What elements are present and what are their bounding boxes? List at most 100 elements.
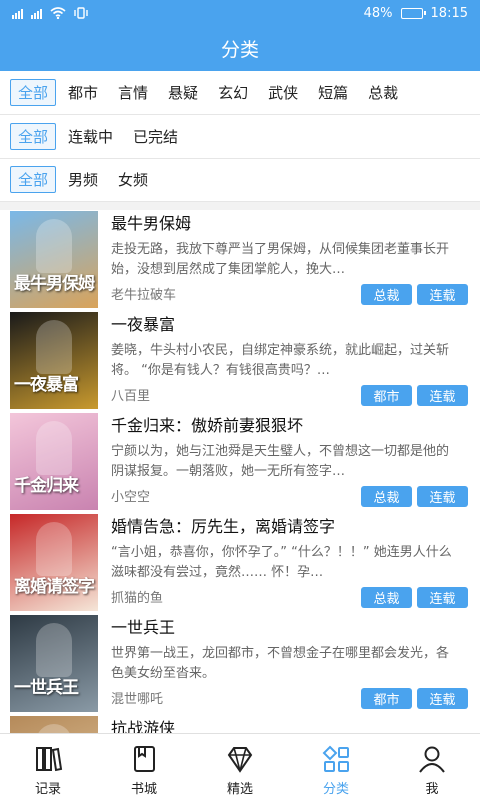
cover-title: 一世兵王: [14, 678, 79, 698]
battery-icon: [400, 7, 426, 19]
filter-chip[interactable]: 总裁: [368, 82, 398, 103]
filter-chip[interactable]: 都市: [68, 82, 98, 103]
filter-chip[interactable]: 连载中: [68, 126, 113, 147]
book-tag[interactable]: 连载: [417, 688, 468, 709]
nav-label: 分类: [322, 782, 349, 797]
header: 分类: [0, 26, 480, 71]
book-title[interactable]: 婚情告急：厉先生，离婚请签字: [111, 516, 480, 538]
filter-chip[interactable]: 女频: [118, 169, 148, 190]
book-item[interactable]: 一世兵王 一世兵王 世界第一战王，龙回都市，不曾想金子在哪里都会发光，各色美女纷至沓…: [0, 614, 480, 715]
book-title[interactable]: 千金归来：傲娇前妻狠狠坏: [111, 415, 480, 437]
book-item[interactable]: 千金归来 千金归来：傲娇前妻狠狠坏宁颜以为，她与江池舜是天生璧人，不曾想这一切都是…: [0, 412, 480, 513]
book-description: 宁颜以为，她与江池舜是天生璧人，不曾想这一切都是他的阴谋报复。一朝落败，她一无所…: [111, 444, 450, 479]
book-tag[interactable]: 都市: [361, 385, 412, 406]
book-tag[interactable]: 连载: [417, 486, 468, 507]
section-divider: [0, 202, 480, 210]
book-tag[interactable]: 总裁: [361, 587, 412, 608]
nav-label: 我: [425, 782, 439, 797]
nav-label: 记录: [34, 782, 61, 797]
book-author: 抓猫的鱼: [111, 591, 164, 606]
cover-title: 千金归来: [14, 476, 79, 496]
book-tag[interactable]: 都市: [361, 688, 412, 709]
bottom-nav: 记录 书城 精选 分类 我: [0, 733, 480, 800]
vibrate-icon: [74, 7, 88, 19]
filter-row-audience: 全部 男频 女频: [0, 158, 480, 202]
book-title[interactable]: 抗战游侠: [111, 718, 480, 733]
cover-figure-illustration: [36, 421, 72, 475]
book-cover[interactable]: 离婚请签字: [10, 514, 98, 611]
cover-title: 离婚请签字: [14, 577, 95, 597]
book-item[interactable]: 离婚请签字 婚情告急：厉先生，离婚请签字 “言小姐，恭喜你，你怀孕了。” “什么？！…: [0, 513, 480, 614]
book-title[interactable]: 一世兵王: [111, 617, 480, 639]
book-tag[interactable]: 总裁: [361, 486, 412, 507]
nav-item[interactable]: 我: [384, 734, 480, 800]
clock: 18:15: [430, 5, 468, 21]
book-info: 最牛男保姆走投无路，我放下尊严当了男保姆，从伺候集团老董事长开始，没想到居然成了…: [98, 211, 480, 311]
filter-chip-all[interactable]: 全部: [10, 79, 57, 106]
book-title[interactable]: 最牛男保姆: [111, 213, 480, 235]
filter-chip[interactable]: 男频: [68, 169, 98, 190]
book-author: 八百里: [111, 389, 151, 404]
screen: 48% 18:15 分类 全部 都市 言情 悬疑 玄幻 武侠 短篇 总裁 全部 连载中 已完结 全…: [0, 0, 480, 800]
filter-chip[interactable]: 言情: [118, 82, 148, 103]
book-description: 姜晓，牛头村小农民，自绑定神豪系统，就此崛起，过关斩将。 “你是有钱人？有钱很高…: [111, 343, 450, 378]
cover-figure-illustration: [36, 623, 72, 677]
person-icon: [419, 746, 445, 773]
cover-title: 一夜暴富: [14, 375, 79, 395]
book-tag[interactable]: 连载: [417, 587, 468, 608]
book-description: 走投无路，我放下尊严当了男保姆，从伺候集团老董事长开始，没想到居然成了集团掌舵人…: [111, 242, 450, 277]
book-tags: 总裁 连载: [361, 284, 468, 305]
page-title: 分类: [220, 39, 259, 61]
book-info: 一夜暴富姜晓，牛头村小农民，自绑定神豪系统，就此崛起，过关斩将。 “你是有钱人？…: [98, 312, 480, 412]
filter-chip-all[interactable]: 全部: [10, 166, 57, 193]
signal-icon-2: [31, 8, 42, 19]
filter-row-genre: 全部 都市 言情 悬疑 玄幻 武侠 短篇 总裁: [0, 71, 480, 115]
book-author: 混世哪吒: [111, 692, 164, 707]
book-list[interactable]: 最牛男保姆 最牛男保姆 走投无路，我放下尊严当了男保姆，从伺候集团老董事长开始，没想…: [0, 210, 480, 733]
status-bar: 48% 18:15: [0, 0, 480, 26]
filter-chip-all[interactable]: 全部: [10, 123, 57, 150]
book-description: 世界第一战王，龙回都市，不曾想金子在哪里都会发光，各色美女纷至沓来。: [111, 646, 450, 681]
nav-item[interactable]: 精选: [192, 734, 288, 800]
book-item[interactable]: 最牛男保姆 最牛男保姆 走投无路，我放下尊严当了男保姆，从伺候集团老董事长开始，没想…: [0, 210, 480, 311]
book-cover[interactable]: 千金归来: [10, 413, 98, 510]
status-left: [12, 7, 88, 19]
filter-chip[interactable]: 玄幻: [218, 82, 248, 103]
book-item[interactable]: 一夜暴富 一夜暴富 姜晓，牛头村小农民，自绑定神豪系统，就此崛起，过关斩将。 “你是…: [0, 311, 480, 412]
nav-item[interactable]: 书城: [96, 734, 192, 800]
book-cover[interactable]: 一夜暴富: [10, 312, 98, 409]
wifi-icon: [50, 7, 66, 19]
book-tags: 总裁 连载: [361, 587, 468, 608]
nav-label: 书城: [130, 782, 157, 797]
book-title[interactable]: 一夜暴富: [111, 314, 480, 336]
nav-item[interactable]: 分类: [288, 734, 384, 800]
grid-category-icon: [322, 745, 349, 772]
cover-figure-illustration: [36, 219, 72, 273]
book-cover[interactable]: 一世兵王: [10, 615, 98, 712]
book-tags: 都市 连载: [361, 385, 468, 406]
filter-row-status: 全部 连载中 已完结: [0, 115, 480, 159]
nav-item[interactable]: 记录: [0, 734, 96, 800]
cover-figure-illustration: [36, 522, 72, 576]
book-tag[interactable]: 连载: [417, 284, 468, 305]
cover-figure-illustration: [36, 724, 72, 733]
book-tags: 都市 连载: [361, 688, 468, 709]
book-cover[interactable]: 最牛男保姆: [10, 211, 98, 308]
book-tag[interactable]: 总裁: [361, 284, 412, 305]
book-item[interactable]: 抗战游侠: [0, 715, 480, 733]
battery-percent: 48%: [363, 5, 393, 21]
filter-chip[interactable]: 短篇: [318, 82, 348, 103]
filter-chip[interactable]: 已完结: [133, 126, 178, 147]
books-icon: [36, 747, 63, 772]
filter-chip[interactable]: 武侠: [268, 82, 298, 103]
book-tag[interactable]: 连载: [417, 385, 468, 406]
bookmark-book-icon: [134, 746, 155, 772]
nav-label: 精选: [226, 782, 253, 797]
diamond-icon: [227, 747, 253, 773]
book-cover[interactable]: [10, 716, 98, 733]
status-right: 48% 18:15: [364, 6, 468, 21]
book-info: 一世兵王世界第一战王，龙回都市，不曾想金子在哪里都会发光，各色美女纷至沓来。混世…: [98, 615, 480, 715]
book-info: 婚情告急：厉先生，离婚请签字 “言小姐，恭喜你，你怀孕了。” “什么？！！” 她连…: [98, 514, 480, 614]
filter-chip[interactable]: 悬疑: [168, 82, 198, 103]
book-description: “言小姐，恭喜你，你怀孕了。” “什么？！！” 她连男人什么滋味都没有尝过，竟然…: [111, 545, 452, 580]
